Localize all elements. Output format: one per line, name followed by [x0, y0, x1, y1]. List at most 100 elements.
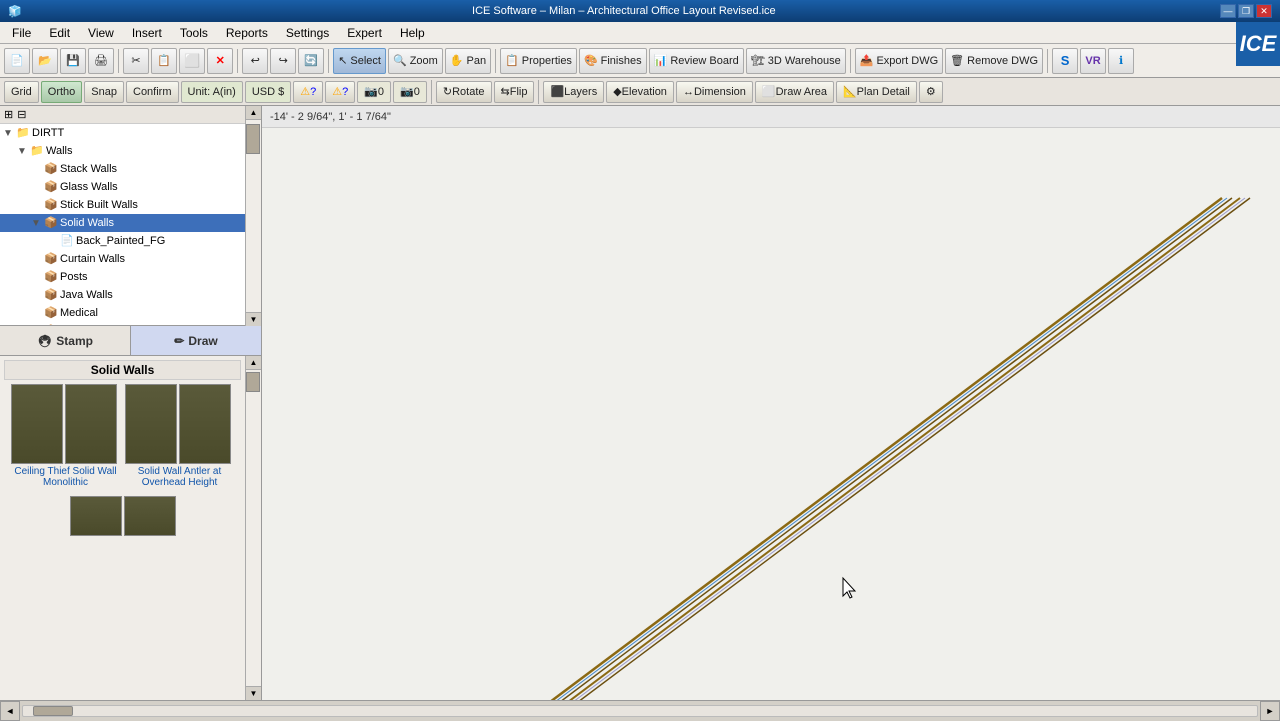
help2-btn[interactable]: ⚠ ? [325, 81, 355, 103]
tiles-scrollbar[interactable]: ▲ ▼ [245, 356, 261, 700]
settings2-btn[interactable]: ⚙ [919, 81, 943, 103]
rotate-btn[interactable]: ↻ Rotate [436, 81, 492, 103]
redo-btn[interactable]: ↪ [270, 48, 296, 74]
tree-node-stack-walls[interactable]: 📦 Stack Walls [0, 160, 245, 178]
tile-ceiling-thief[interactable]: Ceiling Thief Solid Wall Monolithic [11, 384, 121, 488]
tree-node-dirtt[interactable]: ▼ 📁 DIRTT [0, 124, 245, 142]
open-btn[interactable]: 📂 [32, 48, 58, 74]
dimension-btn[interactable]: ↔ Dimension [676, 81, 753, 103]
tiles-scroll-thumb[interactable] [246, 372, 260, 392]
right-scroll-arrow[interactable]: ► [1260, 701, 1280, 721]
tree-scrollbar[interactable]: ▲ ▼ [245, 106, 261, 326]
minimize-btn[interactable]: — [1220, 4, 1236, 18]
expand-posts [30, 272, 42, 283]
tree-label-stick: Stick Built Walls [60, 199, 138, 211]
properties-icon: 📋 [505, 54, 519, 67]
main-content: ⊞ ⊟ ▼ 📁 DIRTT ▼ 📁 Walls [0, 106, 1280, 700]
flip-icon: ⇆ [501, 85, 510, 98]
draw-area-btn[interactable]: ⬜ Draw Area [755, 81, 834, 103]
h-scroll-thumb[interactable] [33, 706, 73, 716]
tree-node-stick-walls[interactable]: 📦 Stick Built Walls [0, 196, 245, 214]
scroll-up-btn[interactable]: ▲ [246, 106, 261, 120]
info-btn[interactable]: ℹ [1108, 48, 1134, 74]
tree-node-java-walls[interactable]: 📦 Java Walls [0, 286, 245, 304]
pan-btn[interactable]: ✋ Pan [445, 48, 491, 74]
left-scroll-arrow[interactable]: ◄ [0, 701, 20, 721]
properties-btn[interactable]: 📋 Properties [500, 48, 577, 74]
grid-label: Grid [11, 86, 32, 98]
tiles-scroll-up[interactable]: ▲ [246, 356, 261, 370]
cut-btn[interactable]: ✂ [123, 48, 149, 74]
save-btn[interactable]: 💾 [60, 48, 86, 74]
tree-node-posts[interactable]: 📦 Posts [0, 268, 245, 286]
settings2-icon: ⚙ [926, 85, 936, 98]
delete-btn[interactable]: ✕ [207, 48, 233, 74]
sep1 [118, 49, 119, 73]
flip-btn[interactable]: ⇆ Flip [494, 81, 535, 103]
menu-settings[interactable]: Settings [278, 24, 337, 42]
elevation-label: Elevation [622, 86, 667, 98]
tree-node-glass-walls[interactable]: 📦 Glass Walls [0, 178, 245, 196]
3d-warehouse-btn[interactable]: 🏗 3D Warehouse [746, 48, 846, 74]
snap-btn[interactable]: Snap [84, 81, 124, 103]
zoom-btn[interactable]: 🔍 Zoom [388, 48, 443, 74]
menu-expert[interactable]: Expert [339, 24, 390, 42]
undo-btn[interactable]: ↩ [242, 48, 268, 74]
tree-node-curtain-walls[interactable]: 📦 Curtain Walls [0, 250, 245, 268]
menu-tools[interactable]: Tools [172, 24, 216, 42]
menu-edit[interactable]: Edit [41, 24, 78, 42]
stamp-draw-bar: 🖲 Stamp ✏ Draw [0, 326, 261, 356]
menu-help[interactable]: Help [392, 24, 433, 42]
counter2-display: 📷 0 [393, 81, 427, 103]
tile2-img1 [125, 384, 177, 464]
tree-node-medical[interactable]: 📦 Medical [0, 304, 245, 322]
vr-btn[interactable]: VR [1080, 48, 1106, 74]
grid-btn[interactable]: Grid [4, 81, 39, 103]
menu-file[interactable]: File [4, 24, 39, 42]
remove-dwg-btn[interactable]: 🗑 Remove DWG [945, 48, 1043, 74]
bottom-scrollbar: ◄ ► [0, 700, 1280, 720]
paste-btn[interactable]: ⬜ [179, 48, 205, 74]
tile-partial[interactable] [70, 496, 176, 538]
help1-btn[interactable]: ⚠ ? [293, 81, 323, 103]
menu-reports[interactable]: Reports [218, 24, 276, 42]
ortho-btn[interactable]: Ortho [41, 81, 83, 103]
review-board-btn[interactable]: 📊 Review Board [649, 48, 744, 74]
elevation-btn[interactable]: ◆ Elevation [606, 81, 674, 103]
tiles-scroll-down[interactable]: ▼ [246, 686, 261, 700]
stamp-btn[interactable]: 🖲 Stamp [0, 326, 130, 355]
copy-btn[interactable]: 📋 [151, 48, 177, 74]
menu-insert[interactable]: Insert [124, 24, 170, 42]
scroll-down-btn[interactable]: ▼ [246, 312, 261, 326]
layers-btn[interactable]: ⬛ Layers [543, 81, 604, 103]
plan-detail-btn[interactable]: 📐 Plan Detail [836, 81, 917, 103]
confirm-btn[interactable]: Confirm [126, 81, 179, 103]
expand-all-icon[interactable]: ⊞ [4, 108, 13, 121]
tree-label-medical: Medical [60, 307, 98, 319]
finishes-btn[interactable]: 🎨 Finishes [579, 48, 647, 74]
tree-node-walls[interactable]: ▼ 📁 Walls [0, 142, 245, 160]
export-dwg-btn[interactable]: 📤 Export DWG [855, 48, 943, 74]
item-icon-posts: 📦 [44, 270, 58, 284]
refresh-btn[interactable]: 🔄 [298, 48, 324, 74]
draw-btn[interactable]: ✏ Draw [130, 326, 261, 355]
tree-label-walls: Walls [46, 145, 72, 157]
tile-solid-antler[interactable]: Solid Wall Antler at Overhead Height [125, 384, 235, 488]
menu-view[interactable]: View [80, 24, 122, 42]
scroll-thumb-tree[interactable] [246, 124, 260, 154]
collapse-all-icon[interactable]: ⊟ [17, 108, 26, 121]
select-btn[interactable]: ↖ Select [333, 48, 386, 74]
new-btn[interactable]: 📄 [4, 48, 30, 74]
tree-node-solid-walls[interactable]: ▼ 📦 Solid Walls [0, 214, 245, 232]
tile1-label: Ceiling Thief Solid Wall Monolithic [11, 466, 121, 488]
restore-btn[interactable]: ❐ [1238, 4, 1254, 18]
sketchup-btn[interactable]: S [1052, 48, 1078, 74]
print-btn[interactable]: 🖨 [88, 48, 114, 74]
sep5 [850, 49, 851, 73]
drawing-surface[interactable] [262, 128, 1280, 700]
tree-node-back-painted[interactable]: 📄 Back_Painted_FG [0, 232, 245, 250]
expand-curtain [30, 254, 42, 265]
close-btn[interactable]: ✕ [1256, 4, 1272, 18]
draw-label: Draw [188, 334, 217, 348]
tiles-section: Solid Walls Ceiling Thief Solid Wall Mon… [0, 356, 245, 700]
